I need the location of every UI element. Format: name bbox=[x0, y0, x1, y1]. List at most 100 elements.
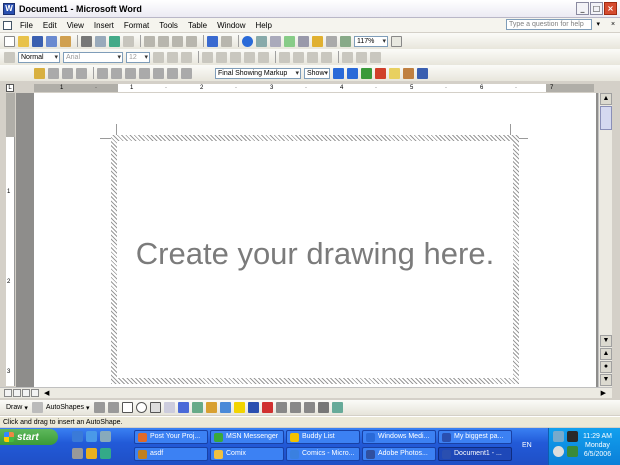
bold-icon[interactable] bbox=[153, 51, 164, 63]
outside-border-icon[interactable] bbox=[342, 51, 353, 63]
reject-change-icon[interactable] bbox=[375, 67, 386, 79]
copy-icon[interactable] bbox=[158, 35, 169, 47]
media-icon[interactable] bbox=[72, 448, 83, 459]
menu-tools[interactable]: Tools bbox=[154, 21, 183, 30]
text-wrapping-icon[interactable] bbox=[76, 67, 87, 79]
new-icon[interactable] bbox=[4, 35, 15, 47]
safely-remove-icon[interactable] bbox=[567, 446, 578, 457]
taskbar-button[interactable]: Windows Medi... bbox=[362, 430, 436, 444]
desktop-icon[interactable] bbox=[72, 431, 83, 442]
word-app-icon[interactable]: W bbox=[3, 2, 15, 15]
web-layout-view-icon[interactable] bbox=[13, 389, 21, 397]
clip-art-icon[interactable] bbox=[205, 402, 217, 413]
print-preview-icon[interactable] bbox=[95, 35, 106, 47]
font-select[interactable]: Arial bbox=[63, 51, 123, 63]
shadow-icon[interactable] bbox=[317, 402, 329, 413]
taskbar-button[interactable]: Comics - Micro... bbox=[286, 447, 360, 461]
arrow-icon[interactable] bbox=[107, 402, 119, 413]
language-indicator[interactable]: EN bbox=[522, 442, 532, 449]
network-icon[interactable] bbox=[553, 431, 564, 442]
dash-style-icon[interactable] bbox=[111, 67, 122, 79]
italic-icon[interactable] bbox=[167, 51, 178, 63]
3d-style-icon[interactable] bbox=[153, 67, 164, 79]
wordart-icon[interactable] bbox=[177, 402, 189, 413]
scroll-up-icon[interactable]: ▲ bbox=[600, 93, 612, 105]
insert-comment-icon[interactable] bbox=[389, 67, 400, 79]
menu-edit[interactable]: Edit bbox=[38, 21, 62, 30]
line-style-draw-icon[interactable] bbox=[275, 402, 287, 413]
print-icon[interactable] bbox=[81, 35, 92, 47]
numbering-icon[interactable] bbox=[279, 51, 290, 63]
spelling-icon[interactable] bbox=[109, 35, 120, 47]
next-page-icon[interactable]: ▼ bbox=[600, 374, 612, 386]
previous-change-icon[interactable] bbox=[333, 67, 344, 79]
document-icon[interactable] bbox=[3, 20, 12, 30]
print-layout-view-icon[interactable] bbox=[22, 389, 30, 397]
menu-help[interactable]: Help bbox=[251, 21, 277, 30]
explorer-icon[interactable] bbox=[100, 431, 111, 442]
cut-icon[interactable] bbox=[144, 35, 155, 47]
minimize-button[interactable]: _ bbox=[576, 2, 589, 15]
fit-canvas-icon[interactable] bbox=[34, 67, 45, 79]
scale-drawing-icon[interactable] bbox=[62, 67, 73, 79]
ie-icon[interactable] bbox=[86, 431, 97, 442]
insert-excel-icon[interactable] bbox=[284, 35, 295, 47]
save-icon[interactable] bbox=[32, 35, 43, 47]
dash-style-draw-icon[interactable] bbox=[289, 402, 301, 413]
picture-icon[interactable] bbox=[219, 402, 231, 413]
font-size-select[interactable]: 12 bbox=[126, 51, 150, 63]
fill-color-icon[interactable] bbox=[233, 402, 245, 413]
align-left-icon[interactable] bbox=[202, 51, 213, 63]
messenger-icon[interactable] bbox=[100, 448, 111, 459]
expand-canvas-icon[interactable] bbox=[48, 67, 59, 79]
style-select[interactable]: Normal bbox=[18, 51, 60, 63]
taskbar-button[interactable]: Post Your Proj... bbox=[134, 430, 208, 444]
taskbar-button[interactable]: Comix bbox=[210, 447, 284, 461]
normal-view-icon[interactable] bbox=[4, 389, 12, 397]
close-document-icon[interactable]: × bbox=[608, 20, 618, 29]
highlight-icon[interactable] bbox=[356, 51, 367, 63]
email-icon[interactable] bbox=[60, 35, 71, 47]
scroll-left-icon[interactable]: ◀ bbox=[44, 389, 49, 397]
draw-menu-button[interactable]: Draw bbox=[6, 404, 22, 411]
volume-icon[interactable] bbox=[553, 446, 564, 457]
tab-selector[interactable]: L bbox=[6, 84, 14, 92]
text-box-icon[interactable] bbox=[149, 402, 161, 413]
line-color-icon[interactable] bbox=[247, 402, 259, 413]
taskbar-button[interactable]: Buddy List bbox=[286, 430, 360, 444]
zoom-select[interactable]: 117% bbox=[354, 35, 388, 47]
reviewing-pane-icon[interactable] bbox=[417, 67, 428, 79]
underline-icon[interactable] bbox=[181, 51, 192, 63]
paste-icon[interactable] bbox=[172, 35, 183, 47]
aim-icon[interactable] bbox=[86, 448, 97, 459]
tray-app-icon[interactable] bbox=[567, 431, 578, 442]
3d-icon[interactable] bbox=[331, 402, 343, 413]
font-color-icon[interactable] bbox=[370, 51, 381, 63]
menu-insert[interactable]: Insert bbox=[89, 21, 119, 30]
diagram-icon[interactable] bbox=[191, 402, 203, 413]
menu-file[interactable]: File bbox=[15, 21, 38, 30]
show-hide-icon[interactable] bbox=[340, 35, 351, 47]
line-icon[interactable] bbox=[93, 402, 105, 413]
document-map-icon[interactable] bbox=[326, 35, 337, 47]
format-painter-icon[interactable] bbox=[186, 35, 197, 47]
increase-indent-icon[interactable] bbox=[321, 51, 332, 63]
eraser-icon[interactable] bbox=[181, 67, 192, 79]
close-button[interactable]: × bbox=[604, 2, 617, 15]
open-icon[interactable] bbox=[18, 35, 29, 47]
menu-format[interactable]: Format bbox=[119, 21, 154, 30]
show-menu-button[interactable]: Show bbox=[304, 67, 330, 79]
styles-pane-icon[interactable] bbox=[4, 51, 15, 63]
vertical-text-box-icon[interactable] bbox=[163, 402, 175, 413]
menu-table[interactable]: Table bbox=[183, 21, 212, 30]
outline-view-icon[interactable] bbox=[31, 389, 39, 397]
start-button[interactable]: start bbox=[0, 429, 58, 445]
columns-icon[interactable] bbox=[298, 35, 309, 47]
hyperlink-icon[interactable] bbox=[242, 35, 253, 47]
decrease-indent-icon[interactable] bbox=[307, 51, 318, 63]
font-color-draw-icon[interactable] bbox=[261, 402, 273, 413]
rectangle-icon[interactable] bbox=[121, 402, 133, 413]
help-question-box[interactable]: Type a question for help bbox=[506, 19, 592, 30]
previous-page-icon[interactable]: ▲ bbox=[600, 348, 612, 360]
line-style-icon[interactable] bbox=[97, 67, 108, 79]
